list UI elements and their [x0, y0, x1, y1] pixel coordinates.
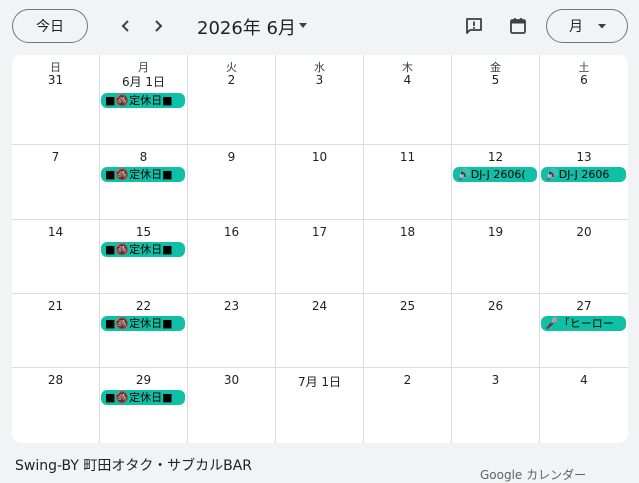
- month-grid-cells: 日 31 月 6月 1日 ■🚳定休日■ 火 2 水 3 木 4 金 5 土 6 7 8 ■🚳定休日■ 9 10 11 12…: [12, 55, 628, 443]
- day-cell[interactable]: 13 🔊DJ-J 2606: [540, 145, 628, 220]
- day-cell[interactable]: 水3: [276, 55, 364, 145]
- day-cell[interactable]: 23: [188, 294, 276, 368]
- day-number[interactable]: 5: [452, 73, 539, 87]
- day-cell[interactable]: 3: [452, 368, 540, 443]
- day-cell[interactable]: 27 🎤「ヒーロー: [540, 294, 628, 368]
- day-cell[interactable]: 22 ■🚳定休日■: [100, 294, 188, 368]
- day-number[interactable]: 20: [540, 225, 628, 239]
- dropdown-arrow-icon: [598, 24, 606, 29]
- day-cell[interactable]: 金5: [452, 55, 540, 145]
- day-cell[interactable]: 16: [188, 220, 276, 294]
- day-cell[interactable]: 19: [452, 220, 540, 294]
- day-number[interactable]: 11: [364, 150, 451, 164]
- day-cell[interactable]: 10: [276, 145, 364, 220]
- day-cell[interactable]: 15 ■🚳定休日■: [100, 220, 188, 294]
- feedback-button[interactable]: [462, 14, 486, 38]
- calendar-toolbar: 今日 2026年 6月 月: [0, 0, 639, 54]
- chevron-left-icon: [121, 20, 129, 32]
- event-chip[interactable]: ■🚳定休日■: [101, 316, 185, 331]
- day-number[interactable]: 24: [276, 299, 363, 313]
- day-cell[interactable]: 土6: [540, 55, 628, 145]
- day-number[interactable]: 12: [452, 150, 539, 164]
- day-cell[interactable]: 火2: [188, 55, 276, 145]
- day-cell[interactable]: 17: [276, 220, 364, 294]
- day-number[interactable]: 13: [540, 150, 628, 164]
- day-cell[interactable]: 12 🔊DJ-J 2606(: [452, 145, 540, 220]
- day-number[interactable]: 14: [12, 225, 99, 239]
- day-cell[interactable]: 9: [188, 145, 276, 220]
- day-cell[interactable]: 24: [276, 294, 364, 368]
- day-cell[interactable]: 30: [188, 368, 276, 443]
- event-chip[interactable]: ■🚳定休日■: [101, 390, 185, 405]
- day-number[interactable]: 7: [12, 150, 99, 164]
- calendar-icon: [510, 18, 526, 34]
- day-number[interactable]: 3: [276, 73, 363, 87]
- day-cell[interactable]: 29 ■🚳定休日■: [100, 368, 188, 443]
- day-number[interactable]: 19: [452, 225, 539, 239]
- month-title[interactable]: 2026年 6月: [197, 14, 296, 40]
- day-number[interactable]: 10: [276, 150, 363, 164]
- day-number[interactable]: 2: [188, 73, 275, 87]
- event-chip[interactable]: 🎤「ヒーロー: [541, 316, 626, 331]
- open-calendar-button[interactable]: [506, 14, 530, 38]
- view-selector-label: 月: [569, 19, 583, 35]
- day-cell[interactable]: 11: [364, 145, 452, 220]
- event-chip[interactable]: ■🚳定休日■: [101, 167, 185, 182]
- chevron-right-icon: [155, 20, 163, 32]
- day-number[interactable]: 8: [100, 150, 187, 164]
- day-cell[interactable]: 20: [540, 220, 628, 294]
- day-cell[interactable]: 7月 1日: [276, 368, 364, 443]
- day-number[interactable]: 27: [540, 299, 628, 313]
- day-cell[interactable]: 14: [12, 220, 100, 294]
- month-grid: 日 31 月 6月 1日 ■🚳定休日■ 火 2 水 3 木 4 金 5 土 6 7 8 ■🚳定休日■ 9 10 11 12…: [12, 55, 628, 443]
- day-number[interactable]: 7月 1日: [276, 373, 363, 390]
- day-number[interactable]: 17: [276, 225, 363, 239]
- day-cell[interactable]: 月 6月 1日 ■🚳定休日■: [100, 55, 188, 145]
- day-cell[interactable]: 木4: [364, 55, 452, 145]
- day-cell[interactable]: 4: [540, 368, 628, 443]
- day-number[interactable]: 21: [12, 299, 99, 313]
- event-chip[interactable]: 🔊DJ-J 2606: [541, 167, 626, 182]
- day-number[interactable]: 30: [188, 373, 275, 387]
- day-number[interactable]: 9: [188, 150, 275, 164]
- day-cell[interactable]: 18: [364, 220, 452, 294]
- day-cell[interactable]: 2: [364, 368, 452, 443]
- day-cell[interactable]: 7: [12, 145, 100, 220]
- day-cell[interactable]: 26: [452, 294, 540, 368]
- day-number[interactable]: 3: [452, 373, 539, 387]
- day-cell[interactable]: 日 31: [12, 55, 100, 145]
- dropdown-arrow-icon[interactable]: [297, 19, 309, 31]
- day-number[interactable]: 29: [100, 373, 187, 387]
- previous-month-button[interactable]: [114, 14, 138, 38]
- event-chip[interactable]: 🔊DJ-J 2606(: [453, 167, 537, 182]
- day-number[interactable]: 18: [364, 225, 451, 239]
- day-cell[interactable]: 8 ■🚳定休日■: [100, 145, 188, 220]
- event-chip[interactable]: ■🚳定休日■: [101, 242, 185, 257]
- day-cell[interactable]: 25: [364, 294, 452, 368]
- today-button[interactable]: 今日: [12, 9, 88, 43]
- day-number[interactable]: 31: [12, 73, 99, 87]
- next-month-button[interactable]: [146, 14, 170, 38]
- day-cell[interactable]: 28: [12, 368, 100, 443]
- day-number[interactable]: 25: [364, 299, 451, 313]
- view-selector-button[interactable]: 月: [546, 9, 628, 43]
- day-number[interactable]: 6: [540, 73, 628, 87]
- calendar-name: Swing-BY 町田オタク・サブカルBAR: [15, 458, 253, 474]
- event-chip[interactable]: ■🚳定休日■: [101, 93, 185, 108]
- day-number[interactable]: 16: [188, 225, 275, 239]
- day-number[interactable]: 28: [12, 373, 99, 387]
- day-number[interactable]: 15: [100, 225, 187, 239]
- day-number[interactable]: 4: [540, 373, 628, 387]
- feedback-icon: [466, 18, 482, 34]
- day-number[interactable]: 2: [364, 373, 451, 387]
- day-number[interactable]: 22: [100, 299, 187, 313]
- day-number[interactable]: 6月 1日: [100, 73, 187, 90]
- day-number[interactable]: 26: [452, 299, 539, 313]
- day-number[interactable]: 4: [364, 73, 451, 87]
- day-number[interactable]: 23: [188, 299, 275, 313]
- day-cell[interactable]: 21: [12, 294, 100, 368]
